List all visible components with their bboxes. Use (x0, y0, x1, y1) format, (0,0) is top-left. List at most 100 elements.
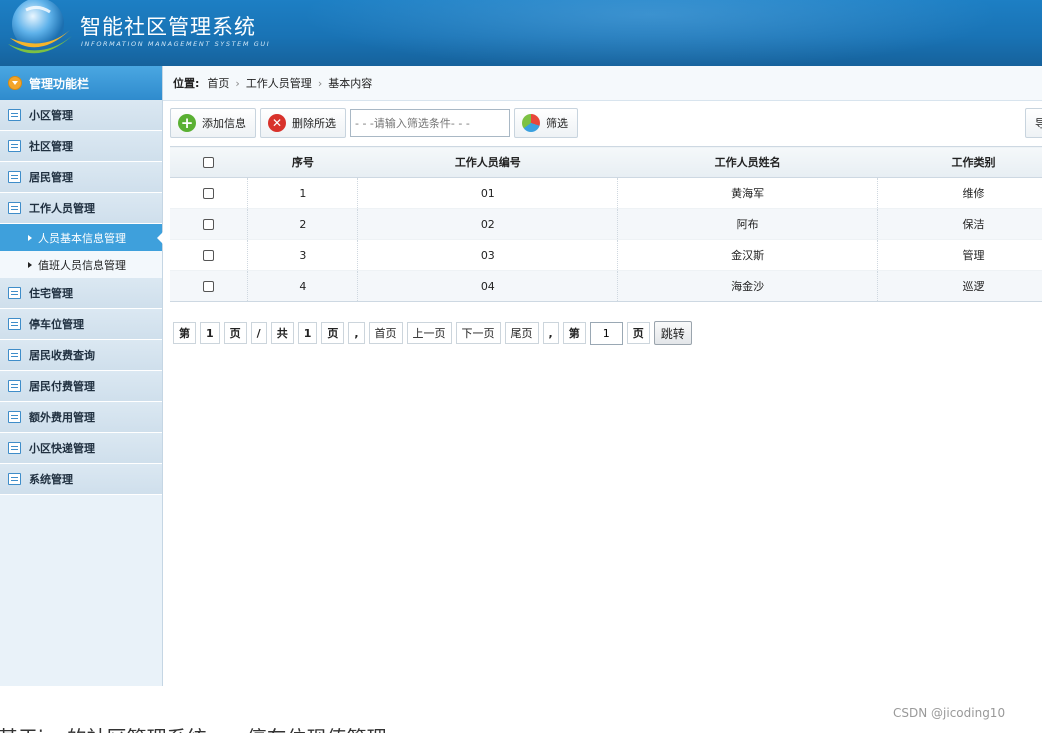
sidebar-item-label: 居民管理 (29, 171, 73, 184)
sidebar-item-delivery[interactable]: 小区快递管理 (0, 433, 162, 464)
table-row[interactable]: 4 04 海金沙 巡逻 (170, 270, 1042, 302)
table-cell: 金汉斯 (617, 239, 879, 271)
filter-search-input[interactable] (350, 109, 510, 137)
breadcrumb-label: 位置: (173, 77, 200, 90)
app-title: 智能社区管理系统 (80, 15, 256, 39)
sidebar-item-staff[interactable]: 工作人员管理 (0, 193, 162, 224)
sidebar-item-system[interactable]: 系统管理 (0, 464, 162, 495)
last-page-button[interactable]: 尾页 (504, 322, 539, 344)
delete-selected-label: 删除所选 (292, 117, 336, 130)
pager-text: 页 (626, 322, 650, 344)
edit-icon (8, 171, 21, 183)
row-checkbox[interactable] (203, 281, 215, 292)
pager-text: , (348, 322, 365, 344)
breadcrumb-home-link[interactable]: 首页 (207, 75, 229, 91)
toolbar: + 添加信息 ✕ 删除所选 筛选 (170, 108, 582, 138)
plus-icon: + (178, 114, 196, 132)
sidebar-item-housing[interactable]: 住宅管理 (0, 278, 162, 309)
pager-current-page: 1 (200, 322, 220, 344)
calendar-icon (8, 318, 21, 330)
calendar-icon (8, 411, 21, 423)
select-all-checkbox[interactable] (203, 157, 215, 168)
table-cell: 02 (357, 208, 619, 240)
pager-text: 页 (321, 322, 345, 344)
calendar-icon (8, 380, 21, 392)
sidebar-heading[interactable]: 管理功能栏 (0, 66, 162, 100)
close-icon: ✕ (268, 114, 286, 132)
table-cell: 4 (247, 270, 359, 302)
staff-table: 序号 工作人员编号 工作人员姓名 工作类别 1 01 黄海军 维修 2 02 阿… (170, 146, 1042, 302)
table-cell: 管理 (877, 239, 1042, 271)
table-row[interactable]: 2 02 阿布 保洁 (170, 208, 1042, 240)
column-header[interactable]: 工作人员编号 (357, 146, 618, 178)
export-button[interactable]: 导 (1025, 108, 1042, 138)
globe-logo-icon (8, 0, 72, 54)
sidebar-item-label: 住宅管理 (29, 287, 73, 300)
list-icon (8, 109, 21, 121)
column-header[interactable]: 序号 (247, 146, 358, 178)
sidebar-item-district[interactable]: 社区管理 (0, 131, 162, 162)
sidebar-item-label: 社区管理 (29, 140, 73, 153)
select-all-header (170, 146, 248, 178)
add-info-button[interactable]: + 添加信息 (170, 108, 256, 138)
pie-chart-icon (522, 114, 540, 132)
prev-page-button[interactable]: 上一页 (406, 322, 452, 344)
pager-text: 共 (270, 322, 294, 344)
table-cell: 阿布 (617, 208, 879, 240)
calendar-icon (8, 349, 21, 361)
pager-total-pages: 1 (297, 322, 318, 344)
table-cell: 维修 (877, 177, 1042, 209)
sidebar-subitem-label: 人员基本信息管理 (38, 231, 126, 245)
table-cell: 海金沙 (617, 270, 879, 302)
sidebar-item-community[interactable]: 小区管理 (0, 100, 162, 131)
sidebar-item-label: 停车位管理 (29, 318, 84, 331)
column-header[interactable]: 工作类别 (877, 146, 1042, 178)
sidebar-item-label: 工作人员管理 (29, 202, 95, 215)
sidebar-item-label: 小区管理 (29, 109, 73, 122)
sidebar-item-parking[interactable]: 停车位管理 (0, 309, 162, 340)
app-header: 智能社区管理系统 INFORMATION MANAGEMENT SYSTEM G… (0, 0, 1042, 66)
collapse-icon (8, 76, 22, 90)
table-header-row: 序号 工作人员编号 工作人员姓名 工作类别 (170, 146, 1042, 178)
row-checkbox-cell (170, 239, 249, 271)
sidebar-item-label: 居民收费查询 (29, 349, 95, 362)
next-page-button[interactable]: 下一页 (455, 322, 501, 344)
header-glow (300, 0, 1000, 66)
column-header[interactable]: 工作人员姓名 (617, 146, 878, 178)
breadcrumb-staff-link[interactable]: 工作人员管理 (246, 75, 312, 91)
jump-button[interactable]: 跳转 (653, 321, 692, 345)
filter-label: 筛选 (546, 117, 568, 130)
caret-right-icon (28, 234, 32, 241)
sidebar-subitem-duty-staff[interactable]: 值班人员信息管理 (0, 251, 162, 278)
sidebar-item-fee-query[interactable]: 居民收费查询 (0, 340, 162, 371)
pager-text: / (250, 322, 267, 344)
sidebar-subitem-staff-basic[interactable]: 人员基本信息管理 (0, 224, 163, 251)
page-number-input[interactable] (589, 321, 623, 345)
sidebar-item-label: 居民付费管理 (29, 380, 95, 393)
table-cell: 保洁 (877, 208, 1042, 240)
sidebar-heading-label: 管理功能栏 (29, 76, 90, 91)
breadcrumb: 位置: 首页 › 工作人员管理 › 基本内容 (163, 66, 1042, 101)
row-checkbox[interactable] (203, 250, 215, 261)
delete-selected-button[interactable]: ✕ 删除所选 (260, 108, 346, 138)
calendar-icon (8, 202, 21, 214)
first-page-button[interactable]: 首页 (368, 322, 403, 344)
sidebar-item-extra-fees[interactable]: 额外费用管理 (0, 402, 162, 433)
table-cell: 04 (357, 270, 619, 302)
row-checkbox[interactable] (203, 188, 215, 199)
sidebar-item-label: 系统管理 (29, 473, 73, 486)
sidebar: 管理功能栏 小区管理 社区管理 居民管理 工作人员管理 人员基本信息管理 值班人… (0, 66, 163, 686)
filter-button[interactable]: 筛选 (514, 108, 578, 138)
sidebar-item-residents[interactable]: 居民管理 (0, 162, 162, 193)
pager-text: , (542, 322, 559, 344)
table-row[interactable]: 3 03 金汉斯 管理 (170, 239, 1042, 271)
sidebar-item-label: 小区快递管理 (29, 442, 95, 455)
row-checkbox-cell (170, 177, 249, 209)
row-checkbox-cell (170, 208, 249, 240)
sidebar-item-payment[interactable]: 居民付费管理 (0, 371, 162, 402)
table-cell: 03 (357, 239, 619, 271)
export-label: 导 (1035, 117, 1042, 130)
table-row[interactable]: 1 01 黄海军 维修 (170, 177, 1042, 209)
row-checkbox[interactable] (203, 219, 215, 230)
breadcrumb-separator-icon: › (317, 76, 323, 90)
